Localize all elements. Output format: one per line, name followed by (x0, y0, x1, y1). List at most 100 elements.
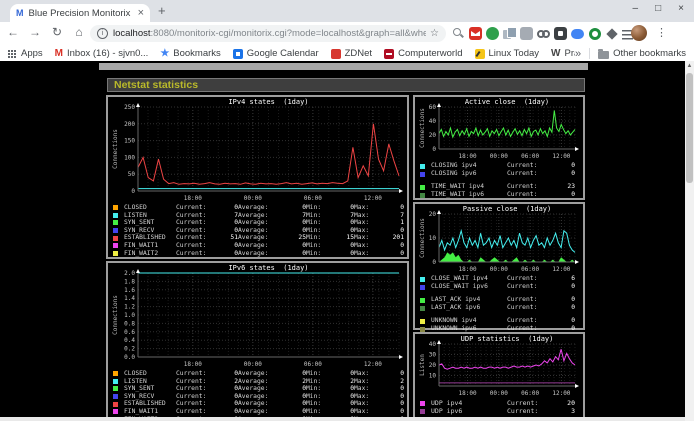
pin-extension-icon[interactable] (606, 28, 617, 39)
previous-section-divider (99, 63, 588, 70)
legend-row: TIME_WAIT ipv4Current:23 (420, 183, 583, 191)
home-icon[interactable]: ⌂ (70, 25, 88, 39)
bookmarks-bar: Apps MInbox (16) - sjvn0... ★Bookmarks Goog… (0, 46, 694, 61)
search-extension-icon[interactable] (452, 27, 465, 40)
section-title: Netstat statistics (107, 78, 585, 92)
gmail-icon: M (55, 48, 63, 59)
svg-text:0.6: 0.6 (124, 329, 135, 336)
page-bottom-strip (0, 417, 685, 421)
monitorix-favicon-icon: M (16, 8, 24, 18)
bookmark-item-star[interactable]: ★Bookmarks (160, 48, 220, 59)
bookmark-item-gcal[interactable]: Google Calendar (233, 48, 319, 59)
svg-text:06:00: 06:00 (304, 361, 322, 368)
bookmarks-divider (589, 48, 590, 59)
scrollbar[interactable]: ▲ (685, 61, 694, 421)
zdnet-icon (331, 49, 341, 59)
scrollbar-thumb[interactable] (686, 73, 693, 183)
svg-text:150: 150 (124, 138, 135, 145)
ipv6-states-chart[interactable]: 0.00.20.40.60.81.01.21.41.61.82.018:0000… (108, 263, 407, 369)
legend-row: FIN_WAIT1Current:0Average:0Min:0Max:0 (113, 242, 407, 250)
udp-statistics-graph-panel: 1020304018:0000:0006:0012:00UDP statisti… (413, 332, 585, 421)
browser-tab[interactable]: M Blue Precision Monitorix × (10, 4, 150, 22)
window-maximize-button[interactable]: □ (655, 3, 661, 14)
pill-extension-icon[interactable] (571, 29, 584, 39)
svg-text:20: 20 (429, 362, 437, 369)
mail-extension-icon[interactable] (469, 27, 482, 40)
back-icon[interactable]: ← (4, 25, 22, 39)
star-icon: ★ (160, 48, 169, 59)
ipv4-states-legend: CLOSEDCurrent:0Average:0Min:0Max:0LISTEN… (108, 203, 407, 257)
ipv6-states-graph-panel: 0.00.20.40.60.81.01.21.41.61.82.018:0000… (106, 261, 409, 421)
browser-titlebar: M Blue Precision Monitorix × + – □ × (0, 0, 694, 22)
bookmark-item-wp[interactable]: WPractical Technol... (551, 48, 575, 59)
legend-row: CLOSE_WAIT ipv4Current:6 (420, 275, 583, 283)
address-bar[interactable]: i localhost :8080/monitorix-cgi/monitori… (90, 25, 446, 42)
svg-text:18:00: 18:00 (184, 195, 202, 202)
bookmark-star-icon[interactable]: ☆ (430, 28, 439, 39)
bookmark-item-gmail[interactable]: MInbox (16) - sjvn0... (55, 48, 149, 59)
bookmark-item-zdnet[interactable]: ZDNet (331, 48, 372, 59)
svg-text:1.0: 1.0 (124, 312, 135, 319)
svg-text:0: 0 (131, 188, 135, 195)
cw-icon (384, 49, 394, 59)
browser-menu-icon[interactable]: ⋮ (656, 26, 667, 39)
bookmark-item-cw[interactable]: Computerworld (384, 48, 462, 59)
svg-text:18:00: 18:00 (459, 153, 477, 160)
legend-row: SYN_RECVCurrent:0Average:0Min:0Max:0 (113, 227, 407, 235)
tab-title: Blue Precision Monitorix (29, 8, 134, 19)
svg-text:18:00: 18:00 (459, 390, 477, 397)
tab-close-icon[interactable]: × (138, 8, 144, 18)
svg-text:Passive close (1day): Passive close (1day) (463, 205, 552, 213)
scrollbar-up-icon[interactable]: ▲ (685, 61, 694, 71)
bookmark-item-grid[interactable]: Apps (8, 48, 43, 59)
box-extension-icon[interactable] (520, 27, 533, 40)
legend-row: SYN_RECVCurrent:0Average:0Min:0Max:0 (113, 393, 407, 401)
glasses-extension-icon[interactable] (537, 27, 550, 40)
legend-row: CLOSEDCurrent:0Average:0Min:0Max:0 (113, 370, 407, 378)
svg-text:200: 200 (124, 121, 135, 128)
svg-text:60: 60 (429, 104, 437, 111)
bookmark-item-linux[interactable]: Linux Today (475, 48, 540, 59)
linux-icon (475, 49, 485, 59)
url-host: localhost (113, 28, 151, 39)
svg-text:IPv4 states (1day): IPv4 states (1day) (228, 98, 308, 106)
legend-row: UDP ipv6Current:3 (420, 407, 583, 415)
udp-statistics-chart[interactable]: 1020304018:0000:0006:0012:00UDP statisti… (415, 334, 583, 398)
ipv4-states-chart[interactable]: 05010015020025018:0000:0006:0012:00IPv4 … (108, 97, 407, 203)
window-minimize-button[interactable]: – (633, 3, 639, 14)
active-close-graph-panel: 020406018:0000:0006:0012:00Active close … (413, 95, 585, 200)
profile-avatar[interactable] (631, 25, 647, 41)
green-extension-icon[interactable] (486, 27, 499, 40)
url-path: :8080/monitorix-cgi/monitorix.cgi?mode=l… (151, 28, 427, 39)
bookmarks-overflow-icon[interactable]: » (575, 48, 581, 60)
svg-text:Connections: Connections (419, 108, 426, 148)
new-tab-button[interactable]: + (158, 3, 166, 18)
legend-row: SYN_SENTCurrent:0Average:0Min:0Max:0 (113, 385, 407, 393)
gcal-icon (233, 49, 243, 59)
site-info-icon[interactable]: i (97, 28, 108, 39)
legend-row: ESTABLISHEDCurrent:0Average:0Min:0Max:0 (113, 400, 407, 408)
legend-row: FIN_WAIT1Current:0Average:0Min:0Max:0 (113, 408, 407, 416)
svg-text:1.8: 1.8 (124, 278, 135, 285)
passive-close-legend: CLOSE_WAIT ipv4Current:6CLOSE_WAIT ipv6C… (415, 274, 583, 333)
active-close-chart[interactable]: 020406018:0000:0006:0012:00Active close … (415, 97, 583, 161)
legend-row: SYN_SENTCurrent:0Average:0Min:0Max:1 (113, 219, 407, 227)
passive-close-chart[interactable]: 0102018:0000:0006:0012:00Passive close (… (415, 204, 583, 274)
svg-text:250: 250 (124, 104, 135, 111)
svg-text:10: 10 (429, 373, 437, 380)
other-bookmarks-button[interactable]: Other bookmarks (598, 48, 686, 59)
forward-icon[interactable]: → (26, 25, 44, 39)
svg-text:100: 100 (124, 154, 135, 161)
dark-extension-icon[interactable] (554, 27, 567, 40)
pages-extension-icon[interactable] (503, 27, 516, 40)
svg-text:12:00: 12:00 (552, 266, 570, 273)
window-close-button[interactable]: × (678, 3, 684, 14)
svg-text:00:00: 00:00 (490, 153, 508, 160)
reload-icon[interactable]: ↻ (48, 25, 66, 39)
svg-text:12:00: 12:00 (552, 390, 570, 397)
legend-row: ESTABLISHEDCurrent:51Average:25Min:15Max… (113, 234, 407, 242)
svg-text:0.2: 0.2 (124, 346, 135, 353)
svg-text:18:00: 18:00 (184, 361, 202, 368)
svg-text:06:00: 06:00 (521, 153, 539, 160)
ring-extension-icon[interactable] (589, 28, 601, 40)
